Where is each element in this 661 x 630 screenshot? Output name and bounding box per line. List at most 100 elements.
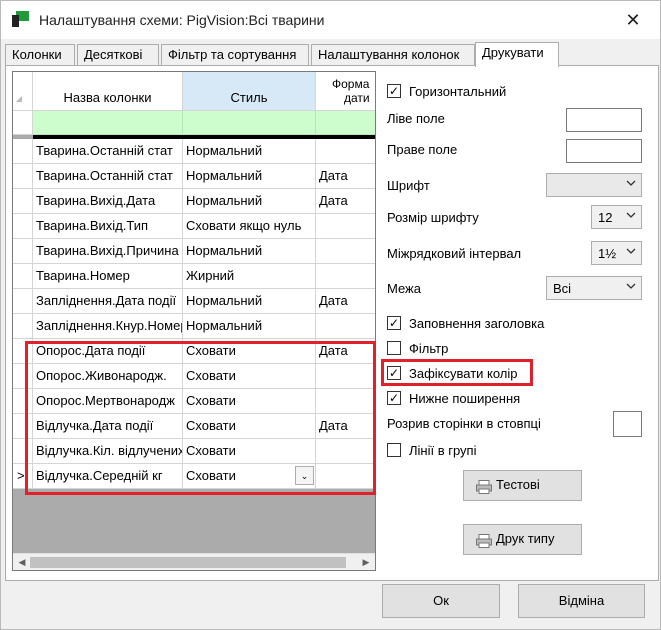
cell-style[interactable]: Нормальний — [183, 289, 316, 314]
cell-date-format[interactable]: Дата — [316, 164, 375, 189]
table-row[interactable]: Опорос.Мертвонародж Сховати — [13, 389, 375, 414]
cell-date-format[interactable]: Дата — [316, 339, 375, 364]
cell-style[interactable]: Сховати — [183, 414, 316, 439]
group-lines-checkbox[interactable] — [387, 443, 401, 457]
table-row[interactable]: > Відлучка.Середній кг Сховати ⌄ — [13, 464, 375, 489]
cell-date-format[interactable] — [316, 139, 375, 164]
header-column-name[interactable]: Назва колонки — [33, 72, 183, 111]
filter-checkbox[interactable] — [387, 341, 401, 355]
row-header[interactable] — [13, 239, 33, 264]
table-row[interactable]: Тварина.Вихід.Тип Сховати якщо нуль — [13, 214, 375, 239]
cell-style[interactable]: Нормальний — [183, 189, 316, 214]
close-button[interactable]: ✕ — [622, 9, 644, 31]
cancel-button[interactable]: Відміна — [518, 584, 645, 618]
ok-button[interactable]: Ок — [382, 584, 500, 618]
table-row[interactable]: Тварина.Останній стат Нормальний — [13, 139, 375, 164]
row-header[interactable] — [13, 264, 33, 289]
cell-style[interactable]: Нормальний — [183, 164, 316, 189]
fix-color-checkbox[interactable]: ✓ — [387, 366, 401, 380]
cell-column-name[interactable]: Тварина.Останній стат — [33, 164, 183, 189]
cell-style[interactable]: Нормальний — [183, 139, 316, 164]
cell-style[interactable]: Сховати — [183, 389, 316, 414]
table-row[interactable]: Опорос.Дата події Сховати Дата — [13, 339, 375, 364]
cell-style[interactable]: Сховати — [183, 439, 316, 464]
tab-decimals[interactable]: Десяткові — [77, 44, 159, 66]
table-row[interactable]: Відлучка.Дата події Сховати Дата — [13, 414, 375, 439]
cell-column-name[interactable]: Опорос.Дата події — [33, 339, 183, 364]
cell-column-name[interactable]: Відлучка.Кіл. відлучених — [33, 439, 183, 464]
page-break-input[interactable] — [613, 411, 642, 437]
scroll-left-icon[interactable]: ◀ — [15, 556, 29, 569]
row-header[interactable] — [13, 439, 33, 464]
row-header[interactable] — [13, 339, 33, 364]
line-spacing-select[interactable]: 1½ — [591, 241, 642, 265]
font-select[interactable] — [546, 173, 642, 197]
row-header[interactable] — [13, 164, 33, 189]
font-size-select[interactable]: 12 — [591, 205, 642, 229]
cell-style[interactable]: Жирний — [183, 264, 316, 289]
table-row[interactable]: Запліднення.Кнур.Номер Нормальний — [13, 314, 375, 339]
chevron-down-icon[interactable]: ⌄ — [295, 466, 314, 485]
cell-date-format[interactable] — [316, 264, 375, 289]
cell-date-format[interactable]: Дата — [316, 289, 375, 314]
row-header[interactable]: > — [13, 464, 33, 489]
row-header[interactable] — [13, 414, 33, 439]
borders-select[interactable]: Всі — [546, 276, 642, 300]
scroll-thumb[interactable] — [30, 557, 346, 568]
cell-column-name[interactable]: Тварина.Останній стат — [33, 139, 183, 164]
table-row[interactable]: Запліднення.Дата події Нормальний Дата — [13, 289, 375, 314]
header-date-format[interactable]: Форма дати — [316, 72, 375, 111]
cell-column-name[interactable]: Відлучка.Середній кг — [33, 464, 183, 489]
cell-style[interactable]: Нормальний — [183, 314, 316, 339]
cell-style[interactable]: Сховати — [183, 339, 316, 364]
table-row[interactable]: Тварина.Номер Жирний — [13, 264, 375, 289]
header-style[interactable]: Стиль — [183, 72, 316, 111]
horizontal-scrollbar[interactable]: ◀ ▶ — [13, 553, 375, 570]
bottom-margins-checkbox[interactable]: ✓ — [387, 391, 401, 405]
table-row[interactable]: Тварина.Останній стат Нормальний Дата — [13, 164, 375, 189]
cell-column-name[interactable]: Тварина.Вихід.Тип — [33, 214, 183, 239]
tab-columns[interactable]: Колонки — [5, 44, 75, 66]
cell-date-format[interactable] — [316, 389, 375, 414]
cell-date-format[interactable] — [316, 464, 375, 489]
tab-filter-sort[interactable]: Фільтр та сортування — [161, 44, 309, 66]
cell-column-name[interactable]: Опорос.Живонародж. — [33, 364, 183, 389]
cell-column-name[interactable]: Запліднення.Дата події — [33, 289, 183, 314]
header-fill-checkbox[interactable]: ✓ — [387, 316, 401, 330]
row-header[interactable] — [13, 364, 33, 389]
row-header[interactable] — [13, 389, 33, 414]
horizontal-checkbox[interactable]: ✓ — [387, 84, 401, 98]
table-row[interactable]: Тварина.Вихід.Дата Нормальний Дата — [13, 189, 375, 214]
cell-date-format[interactable]: Дата — [316, 414, 375, 439]
table-row[interactable]: Тварина.Вихід.Причина Нормальний — [13, 239, 375, 264]
cell-column-name[interactable]: Запліднення.Кнур.Номер — [33, 314, 183, 339]
right-margin-input[interactable] — [566, 139, 642, 163]
cell-style[interactable]: Сховати якщо нуль — [183, 214, 316, 239]
scroll-right-icon[interactable]: ▶ — [359, 556, 373, 569]
tab-print[interactable]: Друкувати — [475, 42, 559, 67]
left-margin-input[interactable] — [566, 108, 642, 132]
cell-column-name[interactable]: Тварина.Вихід.Дата — [33, 189, 183, 214]
cell-date-format[interactable] — [316, 439, 375, 464]
table-row[interactable]: Відлучка.Кіл. відлучених Сховати — [13, 439, 375, 464]
cell-column-name[interactable]: Опорос.Мертвонародж — [33, 389, 183, 414]
columns-grid[interactable]: Назва колонки Стиль Форма дати Тварина.О… — [12, 71, 376, 571]
row-header[interactable] — [13, 189, 33, 214]
cell-date-format[interactable] — [316, 314, 375, 339]
cell-date-format[interactable] — [316, 364, 375, 389]
cell-style[interactable]: Нормальний — [183, 239, 316, 264]
cell-column-name[interactable]: Відлучка.Дата події — [33, 414, 183, 439]
tab-column-settings[interactable]: Налаштування колонок — [311, 44, 475, 66]
row-header[interactable] — [13, 214, 33, 239]
cell-date-format[interactable] — [316, 239, 375, 264]
row-header[interactable] — [13, 289, 33, 314]
grid-filter-row[interactable] — [13, 111, 375, 135]
cell-column-name[interactable]: Тварина.Вихід.Причина — [33, 239, 183, 264]
table-row[interactable]: Опорос.Живонародж. Сховати — [13, 364, 375, 389]
cell-date-format[interactable] — [316, 214, 375, 239]
cell-style[interactable]: Сховати — [183, 364, 316, 389]
cell-column-name[interactable]: Тварина.Номер — [33, 264, 183, 289]
row-header[interactable] — [13, 139, 33, 164]
print-type-button[interactable]: Друк типу — [463, 524, 582, 555]
cell-style[interactable]: Сховати ⌄ — [183, 464, 316, 489]
